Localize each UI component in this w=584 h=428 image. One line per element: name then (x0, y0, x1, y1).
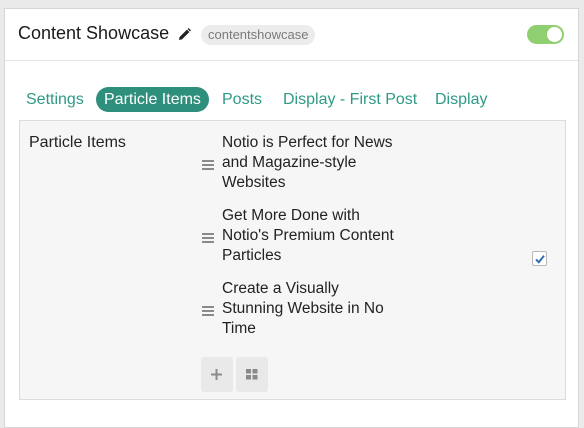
item-title: Notio is Perfect for News and Magazine-s… (222, 134, 393, 191)
tab-content: Particle Items Notio is Perfect for News… (19, 120, 566, 400)
tab-display[interactable]: Display (435, 87, 487, 112)
section-label: Particle Items (29, 134, 126, 151)
tab-posts[interactable]: Posts (222, 87, 262, 112)
drag-handle-icon[interactable] (202, 306, 214, 316)
toggle-knob (547, 27, 562, 42)
plus-icon (211, 369, 222, 380)
add-item-button[interactable] (201, 357, 233, 392)
enabled-toggle[interactable] (527, 25, 564, 44)
pencil-icon[interactable] (178, 28, 191, 41)
panel-header: Content Showcase contentshowcase (5, 9, 578, 61)
slug-badge: contentshowcase (201, 25, 316, 45)
check-icon (535, 255, 545, 264)
tab-settings[interactable]: Settings (26, 87, 84, 112)
tab-particle-items[interactable]: Particle Items (96, 87, 209, 112)
item-title: Create a Visually Stunning Website in No… (222, 280, 384, 337)
panel-title: Content Showcase (18, 23, 170, 43)
grid-view-button[interactable] (236, 357, 268, 392)
drag-handle-icon[interactable] (202, 233, 214, 243)
item-title: Get More Done with Notio's Premium Conte… (222, 207, 394, 264)
grid-icon (246, 369, 258, 380)
drag-handle-icon[interactable] (202, 160, 214, 170)
item-checkbox[interactable] (532, 251, 547, 266)
tab-display-first-post[interactable]: Display - First Post (283, 87, 417, 112)
particle-panel: Content Showcase contentshowcase Setting… (4, 8, 579, 428)
